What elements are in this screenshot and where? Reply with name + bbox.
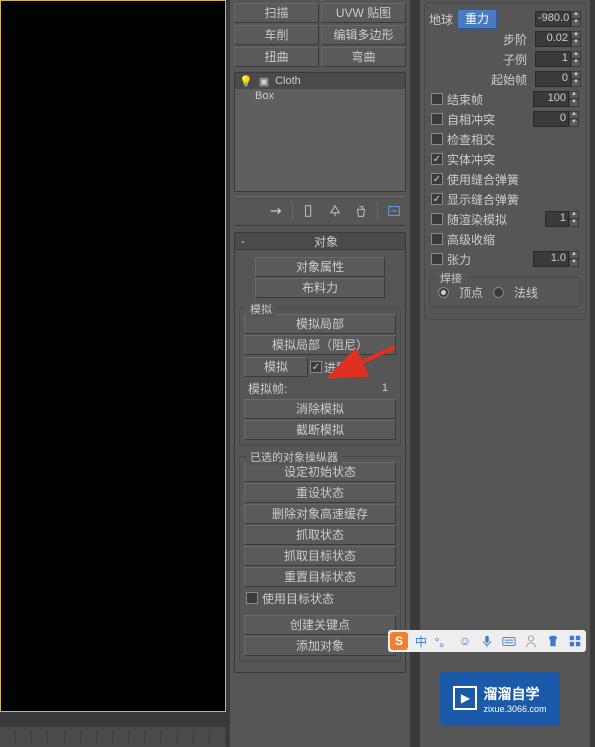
weld-group-label: 焊接 xyxy=(436,270,466,286)
ime-shirt-icon[interactable] xyxy=(544,632,562,650)
ime-lang-icon[interactable]: 中 xyxy=(412,632,430,650)
viewport[interactable] xyxy=(0,0,226,712)
stack-item-cloth[interactable]: Cloth xyxy=(275,75,301,87)
use-sewing-checkbox[interactable] xyxy=(431,173,443,185)
spinner-up[interactable]: ▲ xyxy=(571,11,581,19)
stack-item-box[interactable]: Box xyxy=(235,89,405,103)
modify-panel: 扫描 UVW 贴图 车削 编辑多边形 扭曲 弯曲 💡 ▣ Cloth Box xyxy=(230,0,410,747)
selected-manip-label: 已选的对象操纵器 xyxy=(246,449,342,465)
adv-compress-checkbox[interactable] xyxy=(431,233,443,245)
modifier-scan[interactable]: 扫描 xyxy=(234,3,319,23)
solid-collision-checkbox[interactable] xyxy=(431,153,443,165)
random-wind-input[interactable]: 1 xyxy=(545,211,569,227)
step-input[interactable]: 0.02 xyxy=(535,31,571,47)
subsample-input[interactable]: 1 xyxy=(535,51,571,67)
ime-person-icon[interactable] xyxy=(522,632,540,650)
solid-collision-label: 实体冲突 xyxy=(447,151,495,168)
end-frame-label: 结束帧 xyxy=(447,91,483,108)
play-icon: ▶ xyxy=(453,686,477,710)
remove-modifier-icon[interactable] xyxy=(351,201,371,221)
use-target-checkbox[interactable] xyxy=(246,592,258,604)
end-frame-input[interactable]: 100 xyxy=(533,91,569,107)
add-objects-button[interactable]: 添加对象 xyxy=(244,636,396,656)
timeline[interactable] xyxy=(0,727,226,747)
modifier-lathe[interactable]: 车削 xyxy=(234,25,319,45)
logo-url: zixue.3066.com xyxy=(483,704,546,714)
start-frame-input[interactable]: 0 xyxy=(535,71,571,87)
use-target-label: 使用目标状态 xyxy=(262,590,334,607)
step-label: 步阶 xyxy=(429,31,531,48)
show-sewing-label: 显示缝合弹簧 xyxy=(447,191,519,208)
modifier-bend[interactable]: 弯曲 xyxy=(321,47,406,67)
collapse-icon: - xyxy=(241,234,245,248)
random-wind-label: 随渲染模拟 xyxy=(447,211,507,228)
stack-header: 💡 ▣ Cloth xyxy=(235,73,405,89)
ime-punct-icon[interactable]: °。 xyxy=(434,632,452,650)
ime-keyboard-icon[interactable] xyxy=(500,632,518,650)
watermark-logo: ▶ 溜溜自学 zixue.3066.com xyxy=(440,672,560,726)
show-end-result-icon[interactable] xyxy=(299,201,319,221)
ime-logo-icon[interactable]: S xyxy=(390,632,408,650)
set-initial-state-button[interactable]: 设定初始状态 xyxy=(244,462,396,482)
tension-input[interactable]: 1.0 xyxy=(533,251,569,267)
random-wind-checkbox[interactable] xyxy=(431,213,443,225)
expand-icon[interactable]: ▣ xyxy=(259,75,269,88)
rollout-object-header[interactable]: - 对象 xyxy=(234,232,406,250)
self-collision-checkbox[interactable] xyxy=(431,113,443,125)
earth-label: 地球 xyxy=(429,11,453,28)
ime-mic-icon[interactable] xyxy=(478,632,496,650)
spinner-down[interactable]: ▼ xyxy=(571,19,581,27)
reset-target-button[interactable]: 重置目标状态 xyxy=(244,567,396,587)
configure-sets-icon[interactable] xyxy=(384,201,404,221)
pin-stack-icon[interactable] xyxy=(266,201,286,221)
erase-sim-button[interactable]: 消除模拟 xyxy=(244,399,396,419)
lightbulb-icon[interactable]: 💡 xyxy=(239,75,253,88)
grab-state-button[interactable]: 抓取状态 xyxy=(244,525,396,545)
check-intersect-checkbox[interactable] xyxy=(431,133,443,145)
delete-cache-button[interactable]: 删除对象高速缓存 xyxy=(244,504,396,524)
tension-checkbox[interactable] xyxy=(431,253,443,265)
object-properties-button[interactable]: 对象属性 xyxy=(255,257,385,277)
gravity-button[interactable]: 重力 xyxy=(457,9,497,29)
truncate-sim-button[interactable]: 截断模拟 xyxy=(244,420,396,440)
weld-vertex-label: 顶点 xyxy=(459,284,483,301)
grab-target-button[interactable]: 抓取目标状态 xyxy=(244,546,396,566)
subsample-label: 子例 xyxy=(429,51,531,68)
modifier-uvw[interactable]: UVW 贴图 xyxy=(321,3,406,23)
gravity-input[interactable]: -980.0 xyxy=(535,11,571,27)
check-intersect-label: 检查相交 xyxy=(447,131,495,148)
modifier-twist[interactable]: 扭曲 xyxy=(234,47,319,67)
simulate-local-button[interactable]: 模拟局部 xyxy=(244,314,396,334)
sim-group-label: 模拟 xyxy=(246,301,276,317)
progress-label: 进程 xyxy=(324,359,348,376)
rollout-object-title: 对象 xyxy=(314,233,338,250)
make-unique-icon[interactable] xyxy=(325,201,345,221)
create-keys-button[interactable]: 创建关键点 xyxy=(244,615,396,635)
cloth-forces-button[interactable]: 布料力 xyxy=(255,278,385,298)
weld-vertex-radio[interactable] xyxy=(438,287,449,298)
adv-compress-label: 高级收缩 xyxy=(447,231,495,248)
progress-checkbox[interactable] xyxy=(310,361,322,373)
ime-grid-icon[interactable] xyxy=(566,632,584,650)
modifier-editpoly[interactable]: 编辑多边形 xyxy=(321,25,406,45)
show-sewing-checkbox[interactable] xyxy=(431,193,443,205)
reset-state-button[interactable]: 重设状态 xyxy=(244,483,396,503)
weld-normal-radio[interactable] xyxy=(493,287,504,298)
ime-toolbar[interactable]: S 中 °。 ☺ xyxy=(388,630,586,652)
logo-text: 溜溜自学 xyxy=(483,684,546,704)
sim-frame-label: 模拟帧: xyxy=(248,380,287,397)
start-frame-label: 起始帧 xyxy=(429,71,531,88)
simulate-button[interactable]: 模拟 xyxy=(244,357,308,377)
ime-emoji-icon[interactable]: ☺ xyxy=(456,632,474,650)
simulate-local-damped-button[interactable]: 模拟局部（阻尼） xyxy=(244,335,396,355)
self-collision-label: 自相冲突 xyxy=(447,111,495,128)
tension-label: 张力 xyxy=(447,251,471,268)
self-collision-input[interactable]: 0 xyxy=(533,111,569,127)
sim-frame-value: 1 xyxy=(382,382,392,394)
stack-toolbar xyxy=(234,196,406,226)
end-frame-checkbox[interactable] xyxy=(431,93,443,105)
use-sewing-label: 使用缝合弹簧 xyxy=(447,171,519,188)
weld-normal-label: 法线 xyxy=(514,284,538,301)
modifier-stack[interactable]: 💡 ▣ Cloth Box xyxy=(234,72,406,192)
